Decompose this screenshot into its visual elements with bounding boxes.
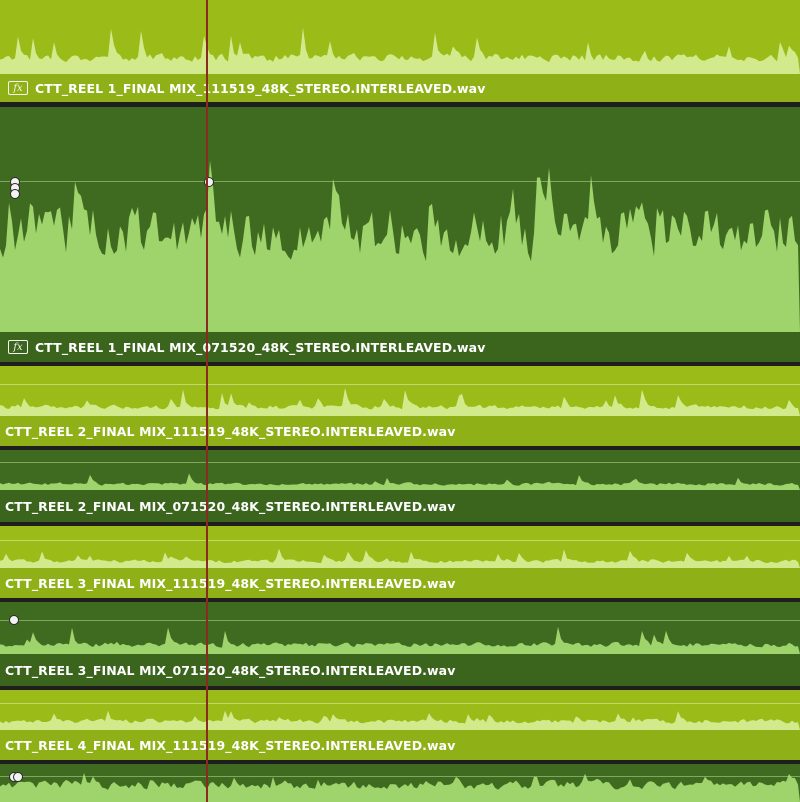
volume-line[interactable]	[0, 181, 800, 182]
audio-clip-reel2-111519[interactable]: CTT_REEL 2_FINAL MIX_111519_48K_STEREO.I…	[0, 366, 800, 446]
audio-clip-reel4-071520[interactable]	[0, 764, 800, 802]
clip-label-bar: CTT_REEL 3_FINAL MIX_111519_48K_STEREO.I…	[0, 568, 800, 598]
waveform-shape	[0, 710, 800, 730]
waveform-shape	[0, 27, 800, 74]
clip-label-bar: CTT_REEL 2_FINAL MIX_071520_48K_STEREO.I…	[0, 490, 800, 522]
fx-icon[interactable]: fx	[8, 340, 28, 354]
waveform	[0, 548, 800, 568]
waveform-shape	[0, 473, 800, 490]
clip-name: CTT_REEL 1_FINAL MIX_071520_48K_STEREO.I…	[35, 339, 486, 355]
waveform	[0, 710, 800, 730]
volume-keyframe[interactable]	[13, 772, 23, 782]
clip-name: CTT_REEL 4_FINAL MIX_111519_48K_STEREO.I…	[5, 737, 456, 753]
audio-clip-reel1-111519[interactable]: fx CTT_REEL 1_FINAL MIX_111519_48K_STERE…	[0, 0, 800, 102]
clip-label-bar: fx CTT_REEL 1_FINAL MIX_071520_48K_STERE…	[0, 332, 800, 362]
waveform	[0, 160, 800, 332]
clip-label-bar: CTT_REEL 4_FINAL MIX_111519_48K_STEREO.I…	[0, 730, 800, 760]
volume-line[interactable]	[0, 462, 800, 463]
volume-keyframe[interactable]	[9, 615, 19, 625]
waveform	[0, 773, 800, 802]
volume-line[interactable]	[0, 703, 800, 704]
fx-icon[interactable]: fx	[8, 81, 28, 95]
waveform	[0, 27, 800, 74]
volume-line[interactable]	[0, 776, 800, 777]
volume-line[interactable]	[0, 620, 800, 621]
waveform	[0, 626, 800, 654]
waveform-shape	[0, 773, 800, 802]
audio-clip-reel4-111519[interactable]: CTT_REEL 4_FINAL MIX_111519_48K_STEREO.I…	[0, 690, 800, 760]
clip-label-bar: CTT_REEL 3_FINAL MIX_071520_48K_STEREO.I…	[0, 654, 800, 686]
volume-keyframe[interactable]	[10, 189, 20, 199]
waveform-shape	[0, 160, 800, 332]
clip-label-bar: CTT_REEL 2_FINAL MIX_111519_48K_STEREO.I…	[0, 416, 800, 446]
clip-name: CTT_REEL 3_FINAL MIX_071520_48K_STEREO.I…	[5, 662, 456, 678]
waveform-shape	[0, 388, 800, 416]
waveform-shape	[0, 626, 800, 654]
volume-line[interactable]	[0, 384, 800, 385]
clip-name: CTT_REEL 1_FINAL MIX_111519_48K_STEREO.I…	[35, 80, 486, 96]
waveform	[0, 473, 800, 490]
audio-clip-reel3-111519[interactable]: CTT_REEL 3_FINAL MIX_111519_48K_STEREO.I…	[0, 526, 800, 598]
waveform-shape	[0, 548, 800, 568]
volume-line[interactable]	[0, 540, 800, 541]
playhead[interactable]	[206, 0, 208, 802]
audio-clip-reel2-071520[interactable]: CTT_REEL 2_FINAL MIX_071520_48K_STEREO.I…	[0, 450, 800, 522]
audio-clip-reel1-071520[interactable]: fx CTT_REEL 1_FINAL MIX_071520_48K_STERE…	[0, 107, 800, 362]
clip-name: CTT_REEL 2_FINAL MIX_111519_48K_STEREO.I…	[5, 423, 456, 439]
audio-timeline[interactable]: fx CTT_REEL 1_FINAL MIX_111519_48K_STERE…	[0, 0, 800, 802]
clip-name: CTT_REEL 3_FINAL MIX_111519_48K_STEREO.I…	[5, 575, 456, 591]
clip-name: CTT_REEL 2_FINAL MIX_071520_48K_STEREO.I…	[5, 498, 456, 514]
audio-clip-reel3-071520[interactable]: CTT_REEL 3_FINAL MIX_071520_48K_STEREO.I…	[0, 602, 800, 686]
clip-label-bar: fx CTT_REEL 1_FINAL MIX_111519_48K_STERE…	[0, 74, 800, 102]
waveform	[0, 388, 800, 416]
